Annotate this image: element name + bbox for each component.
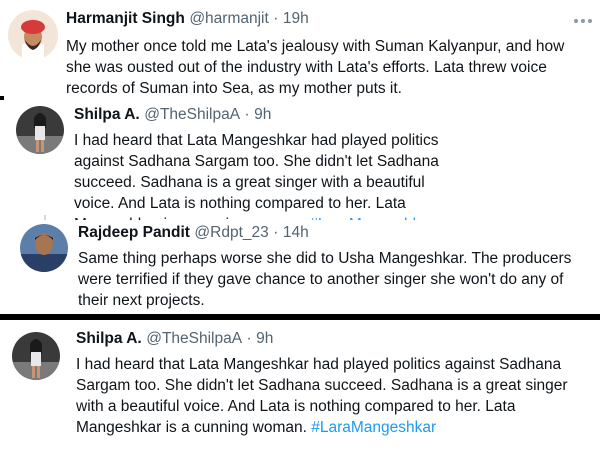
avatar-shilpa[interactable] — [12, 332, 60, 380]
author-name[interactable]: Rajdeep Pandit — [78, 224, 190, 241]
separator-dot: · — [244, 106, 250, 123]
tweet-text: I had heard that Lata Mangeshkar had pla… — [76, 354, 596, 438]
avatar-rajdeep[interactable] — [20, 224, 68, 272]
tweet-shilpa-repeat[interactable]: Shilpa A. @TheShilpaA · 9h I had heard t… — [0, 322, 600, 450]
author-name[interactable]: Harmanjit Singh — [66, 10, 185, 27]
separator-dot: · — [246, 330, 252, 347]
author-handle[interactable]: @TheShilpaA — [144, 106, 240, 123]
separator-dot: · — [273, 10, 279, 27]
hashtag-link[interactable]: #LaraMangeshkar — [311, 419, 436, 436]
woman-avatar-icon — [16, 106, 64, 154]
author-name[interactable]: Shilpa A. — [76, 330, 142, 347]
author-handle[interactable]: @Rdpt_23 — [194, 224, 268, 241]
tweet-rajdeep[interactable]: Rajdeep Pandit @Rdpt_23 · 14h Same thing… — [0, 220, 600, 312]
avatar-shilpa[interactable] — [16, 106, 64, 154]
timestamp[interactable]: 14h — [283, 224, 309, 241]
tweet-shilpa[interactable]: Shilpa A. @TheShilpaA · 9h I had heard t… — [0, 100, 600, 233]
woman-avatar-icon — [12, 332, 60, 380]
timestamp[interactable]: 9h — [256, 330, 273, 347]
author-handle[interactable]: @harmanjit — [189, 10, 268, 27]
tweet-text: Same thing perhaps worse she did to Usha… — [78, 250, 572, 309]
timestamp[interactable]: 9h — [254, 106, 271, 123]
separator-dot: · — [273, 224, 279, 241]
author-name[interactable]: Shilpa A. — [74, 106, 140, 123]
more-options-icon[interactable] — [574, 16, 596, 26]
author-handle[interactable]: @TheShilpaA — [146, 330, 242, 347]
man-avatar-icon — [20, 224, 68, 272]
tweet-harmanjit[interactable]: Harmanjit Singh @harmanjit · 19h My moth… — [0, 0, 600, 100]
black-divider — [0, 314, 600, 320]
avatar-harmanjit[interactable] — [8, 10, 58, 60]
timestamp[interactable]: 19h — [283, 10, 309, 27]
tweet-text: My mother once told me Lata's jealousy w… — [66, 38, 565, 97]
turban-man-avatar-icon — [8, 10, 58, 60]
